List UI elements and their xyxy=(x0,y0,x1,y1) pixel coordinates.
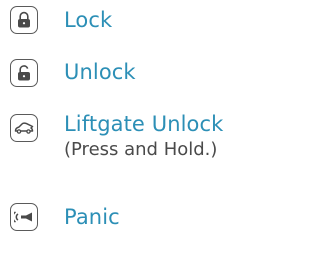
horn-icon xyxy=(14,209,34,225)
lock-label: Lock xyxy=(64,8,113,32)
lock-button[interactable] xyxy=(10,6,38,34)
liftgate-note: (Press and Hold.) xyxy=(64,139,218,160)
panic-button[interactable] xyxy=(10,203,38,231)
liftgate-label: Liftgate Unlock xyxy=(64,112,224,136)
unlock-button[interactable] xyxy=(10,59,38,87)
liftgate-icon xyxy=(14,121,34,135)
lock-closed-icon xyxy=(16,11,32,29)
unlock-label: Unlock xyxy=(64,60,136,84)
liftgate-button[interactable] xyxy=(10,114,38,142)
panic-label: Panic xyxy=(64,205,120,229)
lock-open-icon xyxy=(16,64,32,82)
